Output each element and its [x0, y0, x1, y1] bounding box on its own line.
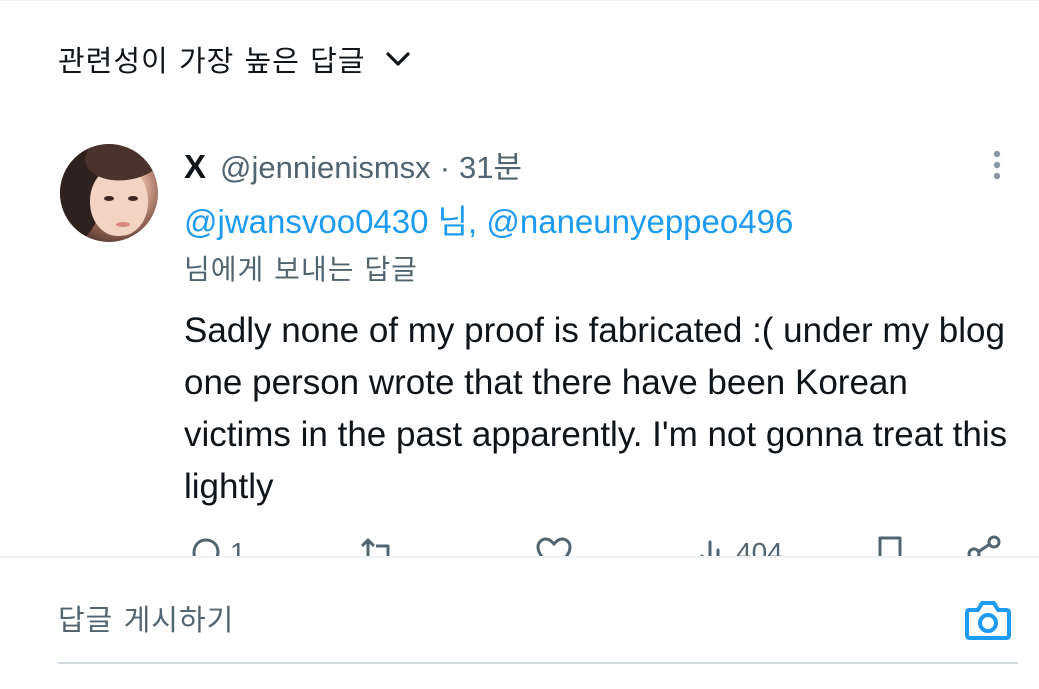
- compose-underline: [58, 662, 1018, 664]
- reply-meta: X @jennienismsx · 31분: [184, 142, 522, 187]
- reply-post[interactable]: X @jennienismsx · 31분 @jwansvoo0430 님, @…: [0, 0, 1039, 556]
- reply-to-mentions: @jwansvoo0430 님, @naneunyeppeo496: [184, 195, 793, 243]
- more-options-icon[interactable]: [985, 148, 1009, 182]
- mention-link[interactable]: @naneunyeppeo496: [486, 203, 793, 240]
- views-count: 404: [736, 537, 783, 556]
- comment-icon: [186, 534, 224, 556]
- bookmark-icon: [874, 534, 906, 556]
- author-handle[interactable]: @jennienismsx: [220, 150, 431, 186]
- views-bar-chart-icon: [696, 534, 730, 556]
- repost-button[interactable]: [356, 534, 400, 556]
- share-button[interactable]: [964, 534, 1004, 556]
- reply-count: 1: [230, 537, 246, 556]
- post-body: Sadly none of my proof is fabricated :( …: [184, 311, 1008, 506]
- avatar[interactable]: [60, 144, 158, 242]
- reply-input[interactable]: [58, 600, 918, 640]
- camera-icon[interactable]: [963, 598, 1013, 642]
- reply-button[interactable]: 1: [186, 534, 246, 556]
- like-button[interactable]: [534, 534, 574, 556]
- mention-link[interactable]: @jwansvoo0430 님: [184, 203, 468, 240]
- mention-separator: ,: [468, 203, 478, 240]
- post-time[interactable]: 31분: [459, 142, 522, 187]
- meta-separator: ·: [439, 150, 451, 185]
- share-icon: [964, 534, 1004, 556]
- action-bar: 1 404: [184, 534, 1014, 556]
- reply-compose-bar: [0, 558, 1039, 689]
- author-name[interactable]: X: [184, 148, 206, 186]
- heart-icon: [534, 534, 574, 556]
- reply-to-label: 님에게 보내는 답글: [184, 253, 418, 286]
- views-button[interactable]: 404: [696, 534, 783, 556]
- repost-icon: [356, 534, 400, 556]
- bookmark-button[interactable]: [874, 534, 906, 556]
